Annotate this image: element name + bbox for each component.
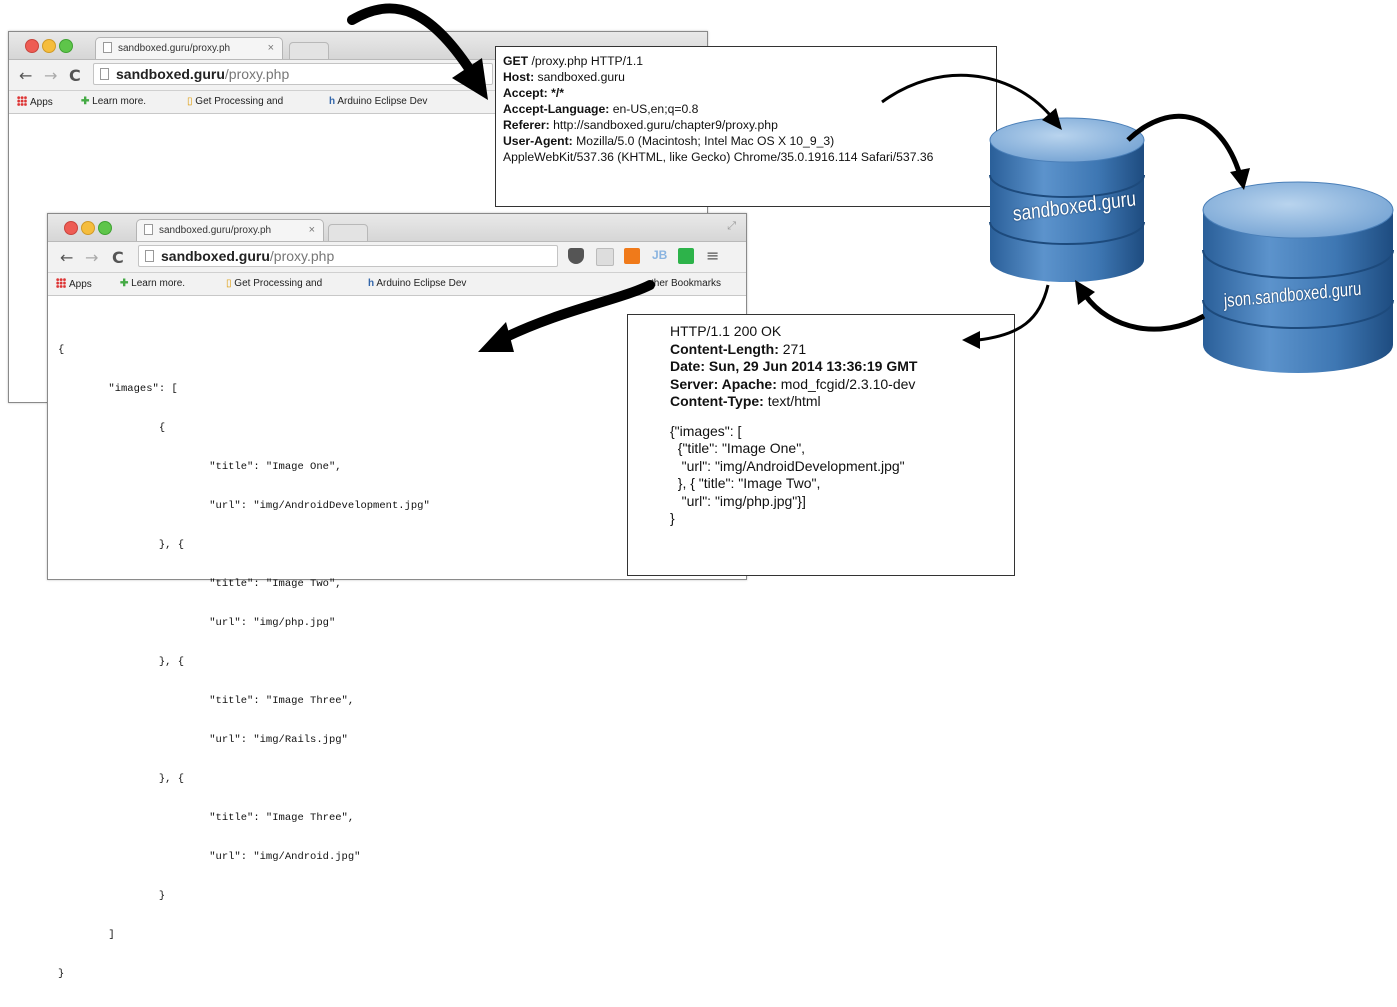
code-line: "url": "img/Rails.jpg" — [58, 734, 348, 746]
code-line: "title": "Image Three", — [58, 812, 355, 824]
code-line: } — [58, 968, 65, 980]
arrow-response-to-browser — [495, 280, 655, 345]
code-line: ] — [58, 929, 115, 941]
arrow-jsondb-to-db — [1082, 293, 1206, 332]
code-line: }, { — [58, 656, 185, 668]
code-line: "title": "Image Two", — [58, 578, 342, 590]
code-line: "url": "img/Android.jpg" — [58, 851, 361, 863]
arrow-browser-to-request — [347, 3, 475, 75]
database-json-sandboxed-guru — [1202, 181, 1394, 373]
code-line: } — [58, 890, 166, 902]
code-line: }, { — [58, 773, 185, 785]
code-line: "title": "Image Three", — [58, 695, 355, 707]
arrow-db-to-jsondb — [1126, 114, 1243, 176]
code-line: "url": "img/php.jpg" — [58, 617, 336, 629]
arrow-db-to-response — [977, 284, 1050, 342]
arrow-db-to-response-head — [962, 331, 980, 349]
diagram-overlay — [347, 3, 1394, 373]
arrow-response-to-browser-head — [478, 322, 514, 352]
arrow-request-to-db — [881, 73, 1052, 116]
